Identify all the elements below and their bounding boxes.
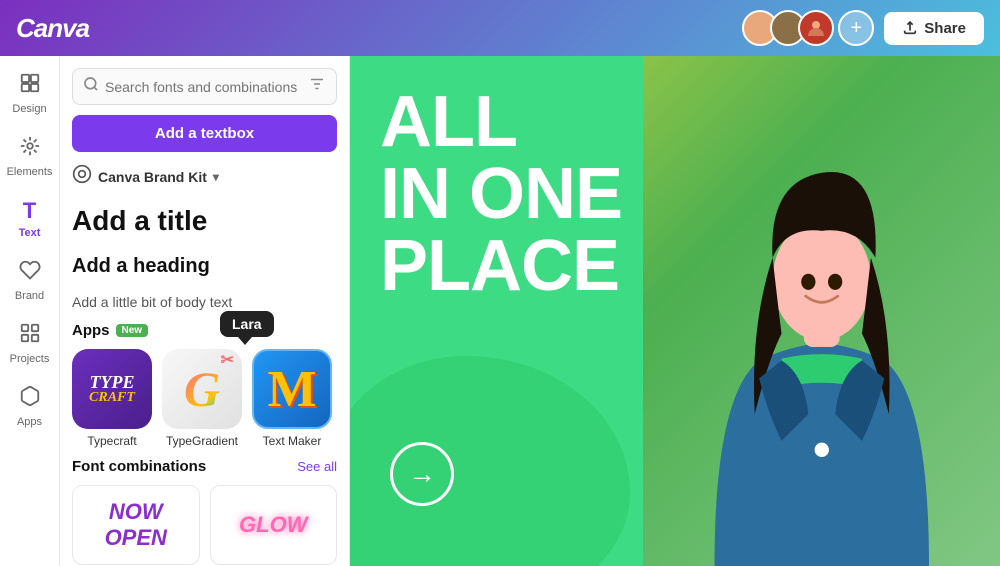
canvas-text-block: ALL IN ONE PLACE (380, 86, 622, 302)
app-item-typegradient[interactable]: G ✂ TypeGradient (162, 349, 242, 448)
sidebar-item-brand[interactable]: Brand (4, 251, 56, 310)
typegradient-label: TypeGradient (166, 434, 238, 448)
sidebar-item-label: Brand (15, 290, 44, 302)
add-heading-button[interactable]: Add a heading (72, 251, 337, 282)
typecraft-label: Typecraft (87, 434, 136, 448)
app-item-typecraft[interactable]: TYPE CRAFT Typecraft (72, 349, 152, 448)
share-label: Share (924, 20, 966, 37)
search-input[interactable] (105, 79, 302, 95)
sidebar-item-label: Design (12, 103, 46, 115)
arrow-icon: → (408, 458, 436, 490)
font-combo-glow[interactable]: GLOW (210, 485, 338, 565)
sidebar-item-apps[interactable]: Apps (4, 377, 56, 436)
main-area: Design Elements T Text Brand (0, 56, 1000, 566)
sidebar-item-text[interactable]: T Text (4, 190, 56, 247)
apps-icon (19, 385, 41, 413)
typegradient-icon: G ✂ (162, 349, 242, 429)
font-combinations-title: Font combinations (72, 458, 206, 475)
tg-scissors-icon: ✂ (221, 350, 234, 370)
canva-logo: Canva (16, 13, 89, 44)
typecraft-line1: TYPE (90, 373, 135, 391)
header-right: + Share (742, 10, 984, 46)
combo-glow-text: GLOW (239, 512, 307, 538)
sidebar-navigation: Design Elements T Text Brand (0, 56, 60, 566)
apps-section-header: Apps New (72, 322, 337, 339)
share-icon (902, 20, 918, 36)
tg-g-letter: G (184, 361, 220, 417)
sidebar-item-label: Text (19, 227, 41, 239)
font-combo-now-open[interactable]: NOWOPEN (72, 485, 200, 565)
sidebar-item-label: Elements (7, 166, 53, 178)
sidebar-item-design[interactable]: Design (4, 64, 56, 123)
sidebar-item-label: Projects (10, 353, 50, 365)
projects-icon (19, 322, 41, 350)
canvas-text-line1: ALL (380, 86, 622, 158)
typecraft-line2: CRAFT (89, 391, 135, 405)
apps-grid: Lara TYPE CRAFT Typecraft G ✂ (72, 349, 337, 448)
brand-kit-row[interactable]: Canva Brand Kit ▾ (72, 162, 337, 191)
avatar (798, 10, 834, 46)
chevron-down-icon: ▾ (213, 170, 219, 184)
tooltip-bubble: Lara (220, 311, 274, 337)
person-silhouette (643, 56, 1000, 566)
search-icon (83, 76, 99, 97)
add-collaborator-button[interactable]: + (838, 10, 874, 46)
tooltip-text: Lara (232, 316, 262, 332)
search-bar (72, 68, 337, 105)
app-header: Canva + Share (0, 0, 1000, 56)
add-title-button[interactable]: Add a title (72, 201, 337, 241)
sidebar-item-label: Apps (17, 416, 42, 428)
canvas-area[interactable]: ALL IN ONE PLACE → (350, 56, 1000, 566)
canvas-person-image (643, 56, 1000, 566)
add-textbox-button[interactable]: Add a textbox (72, 115, 337, 152)
avatar-group: + (742, 10, 874, 46)
canvas-text-line2: IN ONE (380, 158, 622, 230)
combo-now-open-text: NOWOPEN (105, 499, 167, 551)
brand-icon (19, 259, 41, 287)
textmaker-icon: M (252, 349, 332, 429)
canvas-arrow-button[interactable]: → (390, 442, 454, 506)
text-icon: T (23, 198, 36, 224)
brand-kit-label: Canva Brand Kit (98, 169, 207, 185)
design-icon (19, 72, 41, 100)
text-panel: Add a textbox Canva Brand Kit ▾ Add a ti… (60, 56, 350, 566)
textmaker-label: Text Maker (263, 434, 322, 448)
apps-label: Apps (72, 322, 110, 339)
add-body-button[interactable]: Add a little bit of body text (72, 292, 337, 312)
new-badge: New (116, 324, 149, 337)
sidebar-item-projects[interactable]: Projects (4, 314, 56, 373)
tm-letter: M (267, 360, 316, 419)
see-all-link[interactable]: See all (297, 459, 337, 474)
canvas-main-text: ALL IN ONE PLACE (380, 86, 622, 302)
font-combo-row: NOWOPEN GLOW (72, 485, 337, 565)
font-combinations-header: Font combinations See all (72, 458, 337, 475)
share-button[interactable]: Share (884, 12, 984, 45)
app-item-textmaker[interactable]: M Text Maker (252, 349, 332, 448)
brand-kit-icon (72, 164, 92, 189)
canvas-text-line3: PLACE (380, 230, 622, 302)
typecraft-icon: TYPE CRAFT (72, 349, 152, 429)
canvas-content: ALL IN ONE PLACE → (350, 56, 1000, 566)
sidebar-item-elements[interactable]: Elements (4, 127, 56, 186)
filter-icon[interactable] (308, 75, 326, 98)
elements-icon (19, 135, 41, 163)
